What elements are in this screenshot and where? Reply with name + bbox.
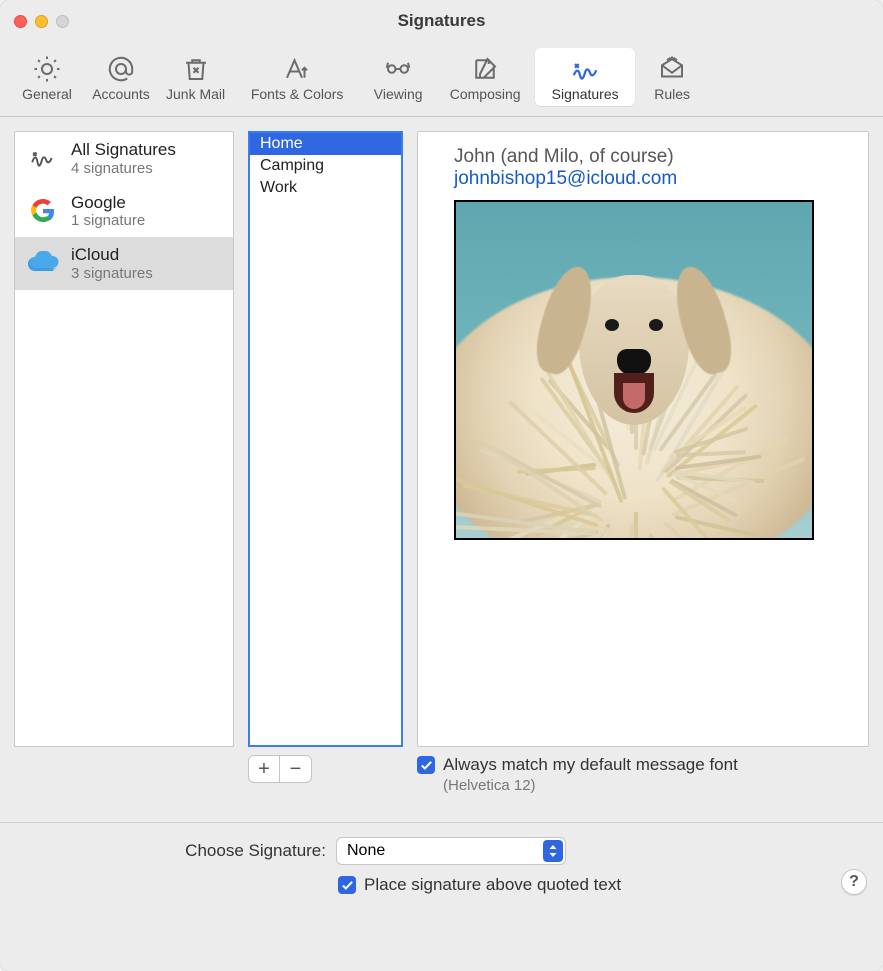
compose-icon (470, 54, 500, 84)
preferences-toolbar: General Accounts Junk Mail Fonts & Color… (0, 42, 883, 117)
match-font-label: Always match my default message font (443, 755, 738, 775)
place-above-row: Place signature above quoted text (16, 875, 867, 895)
tab-junk-mail[interactable]: Junk Mail (158, 48, 233, 106)
select-stepper-icon (543, 840, 563, 862)
gear-icon (32, 54, 62, 84)
account-sub: 3 signatures (71, 265, 153, 282)
place-above-checkbox[interactable]: Place signature above quoted text (338, 875, 867, 895)
signature-text-name: John (and Milo, of course) (454, 146, 854, 168)
signature-item-work[interactable]: Work (250, 177, 401, 199)
account-row-icloud[interactable]: iCloud 3 signatures (15, 237, 233, 290)
signature-names-list[interactable]: Home Camping Work (248, 131, 403, 747)
account-name: All Signatures (71, 140, 176, 160)
choose-signature-select[interactable]: None (336, 837, 566, 865)
account-name: iCloud (71, 245, 153, 265)
account-name: Google (71, 193, 145, 213)
tab-general[interactable]: General (10, 48, 84, 106)
tab-label: Composing (450, 86, 521, 102)
tab-viewing[interactable]: Viewing (361, 48, 435, 106)
account-text: Google 1 signature (71, 193, 145, 230)
tab-label: Accounts (92, 86, 150, 102)
signature-preview[interactable]: John (and Milo, of course) johnbishop15@… (417, 131, 869, 747)
icloud-icon (25, 245, 61, 281)
tab-accounts[interactable]: Accounts (84, 48, 158, 106)
signature-image (454, 200, 814, 540)
at-sign-icon (106, 54, 136, 84)
tab-label: Rules (654, 86, 690, 102)
select-value: None (347, 842, 385, 860)
tab-label: General (22, 86, 72, 102)
account-text: iCloud 3 signatures (71, 245, 153, 282)
tab-signatures[interactable]: Signatures (535, 48, 635, 106)
font-note: (Helvetica 12) (443, 777, 869, 794)
window-title: Signatures (0, 11, 883, 31)
fonts-icon (282, 54, 312, 84)
signature-icon (25, 140, 61, 176)
remove-signature-button[interactable]: − (280, 755, 312, 783)
preferences-window: Signatures General Accounts Junk Mail Fo… (0, 0, 883, 971)
help-button[interactable]: ? (841, 869, 867, 895)
trash-icon (181, 54, 211, 84)
signature-item-home[interactable]: Home (250, 133, 401, 155)
tab-label: Viewing (374, 86, 423, 102)
footer: Choose Signature: None Place signature a… (0, 823, 883, 911)
checkbox-checked-icon (417, 756, 435, 774)
checkbox-checked-icon (338, 876, 356, 894)
signature-icon (570, 54, 600, 84)
rules-icon (657, 54, 687, 84)
account-text: All Signatures 4 signatures (71, 140, 176, 177)
tab-label: Junk Mail (166, 86, 225, 102)
match-font-row: Always match my default message font (He… (417, 755, 869, 794)
tab-fonts-colors[interactable]: Fonts & Colors (233, 48, 361, 106)
choose-signature-label: Choose Signature: (16, 841, 326, 861)
accounts-list: All Signatures 4 signatures Google 1 sig… (14, 131, 234, 747)
tab-label: Signatures (552, 86, 619, 102)
signature-item-camping[interactable]: Camping (250, 155, 401, 177)
add-remove-buttons: + − (248, 755, 403, 783)
tab-rules[interactable]: Rules (635, 48, 709, 106)
tab-composing[interactable]: Composing (435, 48, 535, 106)
google-icon (25, 193, 61, 229)
match-font-checkbox[interactable]: Always match my default message font (417, 755, 869, 775)
signatures-content: All Signatures 4 signatures Google 1 sig… (0, 117, 883, 747)
choose-signature-row: Choose Signature: None (16, 837, 867, 865)
add-signature-button[interactable]: + (248, 755, 280, 783)
account-row-google[interactable]: Google 1 signature (15, 185, 233, 238)
account-sub: 1 signature (71, 212, 145, 229)
tab-label: Fonts & Colors (251, 86, 344, 102)
below-columns-row: + − Always match my default message font… (0, 747, 883, 794)
signature-text-email: johnbishop15@icloud.com (454, 168, 854, 190)
account-sub: 4 signatures (71, 160, 176, 177)
titlebar: Signatures (0, 0, 883, 42)
glasses-icon (383, 54, 413, 84)
account-row-all[interactable]: All Signatures 4 signatures (15, 132, 233, 185)
place-above-label: Place signature above quoted text (364, 875, 621, 895)
